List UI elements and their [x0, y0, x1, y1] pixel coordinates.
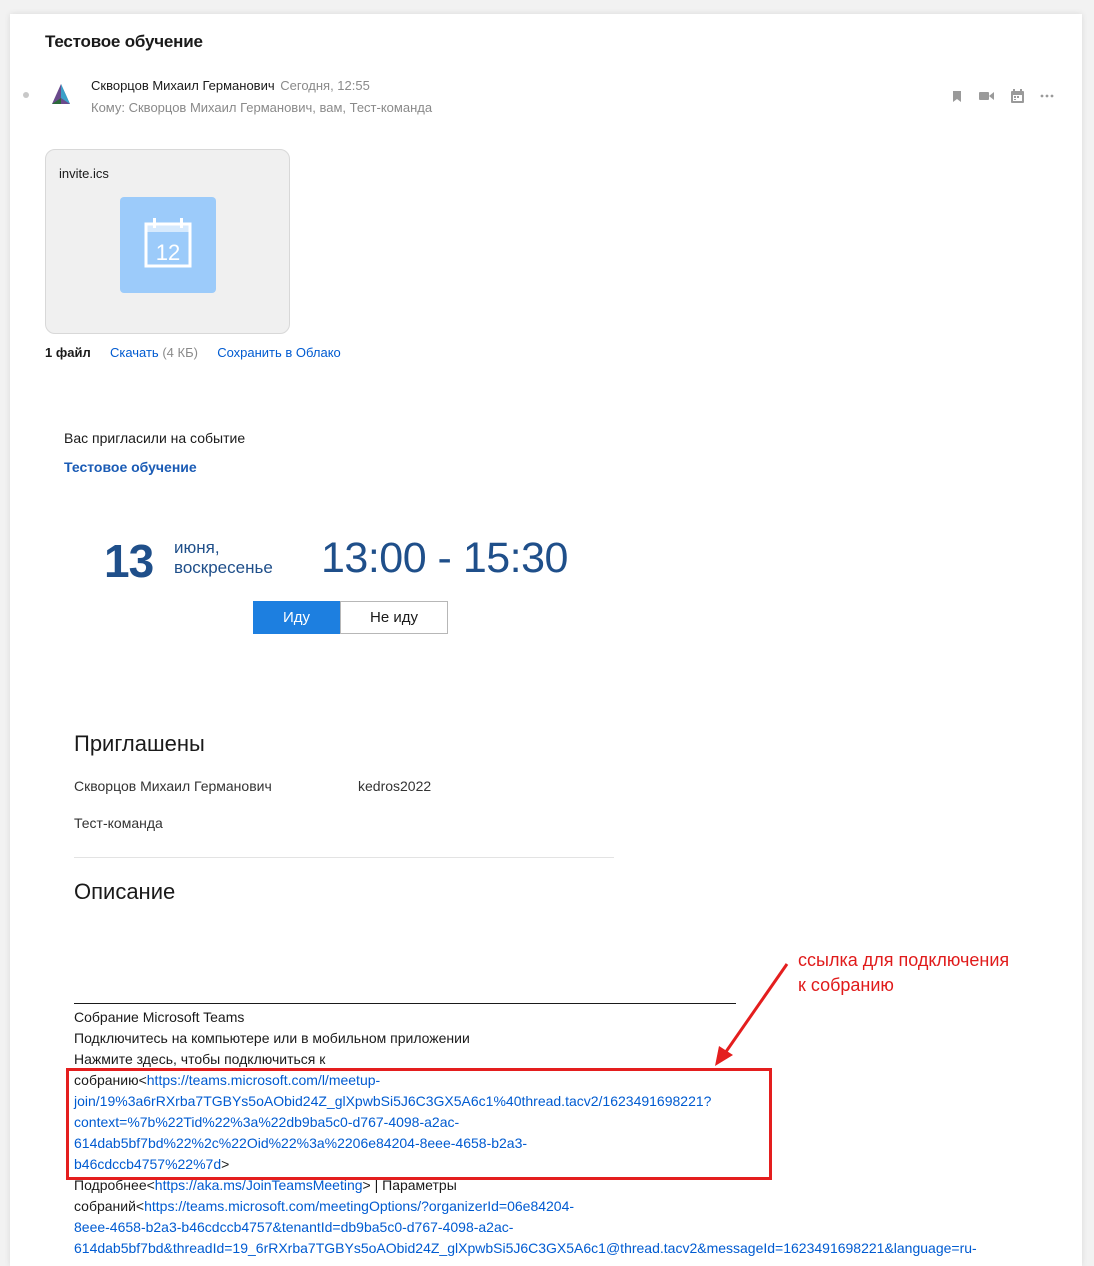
meeting-options-link[interactable]: 8eee-4658-b2a3-b46cdccb4757&tenantId=db9…	[74, 1217, 1064, 1238]
event-day: 13	[104, 535, 154, 587]
event-weekday: воскресенье	[174, 558, 273, 577]
decline-button[interactable]: Не иду	[340, 601, 448, 634]
annotation-line: ссылка для подключения	[798, 950, 1010, 970]
annotation-highlight-box	[66, 1068, 772, 1180]
meeting-options-link[interactable]: 614dab5bf7bd&threadId=19_6rRXrba7TGBYs5o…	[74, 1238, 1064, 1259]
sender-logo-icon	[46, 80, 76, 110]
desc-line: Нажмите здесь, чтобы подключиться к	[74, 1051, 326, 1067]
attachment-card[interactable]: invite.ics 12	[45, 149, 290, 334]
attachment-name: invite.ics	[59, 166, 109, 181]
attendee-name[interactable]: Скворцов Михаил Германович	[74, 778, 272, 794]
avatar[interactable]	[46, 80, 76, 110]
options-line: собраний<https://teams.microsoft.com/mee…	[74, 1196, 1064, 1217]
email-view: Тестовое обучение Скворцов Михаил Герман…	[10, 14, 1082, 1266]
divider	[74, 1003, 736, 1004]
message-toolbar	[948, 88, 1056, 104]
invite-intro: Вас пригласили на событие	[64, 430, 246, 446]
annotation-arrow-icon	[715, 963, 789, 1066]
attendee-name[interactable]: Тест-команда	[74, 815, 163, 831]
meeting-options-link[interactable]: https://teams.microsoft.com/meetingOptio…	[144, 1198, 574, 1214]
event-date-text: июня, воскресенье	[174, 538, 273, 578]
more-icon[interactable]	[1038, 88, 1056, 104]
calendar-file-icon: 12	[120, 197, 216, 293]
event-time: 13:00 - 15:30	[321, 534, 568, 582]
bookmark-icon[interactable]	[948, 88, 966, 104]
calendar-file-day: 12	[156, 240, 180, 265]
sender-line: Скворцов Михаил Германович Сегодня, 12:5…	[91, 78, 370, 93]
unread-dot[interactable]	[23, 92, 29, 98]
recipients-line[interactable]: Кому: Скворцов Михаил Германович, вам, Т…	[91, 100, 432, 115]
sent-time: Сегодня, 12:55	[280, 78, 370, 93]
description-heading: Описание	[74, 879, 176, 904]
options-prefix: собраний<	[74, 1198, 145, 1214]
event-title[interactable]: Тестовое обучение	[64, 459, 197, 475]
email-subject: Тестовое обучение	[45, 32, 203, 51]
annotation-text: ссылка для подключения к собранию	[798, 948, 1009, 998]
annotation-line: к собранию	[798, 975, 894, 995]
divider	[74, 857, 614, 858]
files-count: 1 файл	[45, 345, 91, 360]
download-link[interactable]: Скачать	[110, 345, 159, 360]
desc-line: Подключитесь на компьютере или в мобильн…	[74, 1030, 470, 1046]
save-to-cloud-link[interactable]: Сохранить в Облако	[217, 345, 341, 360]
attachment-actions: 1 файл Скачать (4 КБ) Сохранить в Облако	[45, 345, 341, 360]
calendar-icon[interactable]	[1008, 88, 1026, 104]
event-month: июня,	[174, 538, 220, 557]
video-icon[interactable]	[978, 88, 996, 104]
attendee-extra: kedros2022	[358, 778, 432, 794]
file-size: (4 КБ)	[162, 345, 198, 360]
attendees-heading: Приглашены	[74, 731, 205, 756]
accept-button[interactable]: Иду	[253, 601, 340, 634]
desc-line: Собрание Microsoft Teams	[74, 1009, 245, 1025]
sender-name[interactable]: Скворцов Михаил Германович	[91, 78, 275, 93]
